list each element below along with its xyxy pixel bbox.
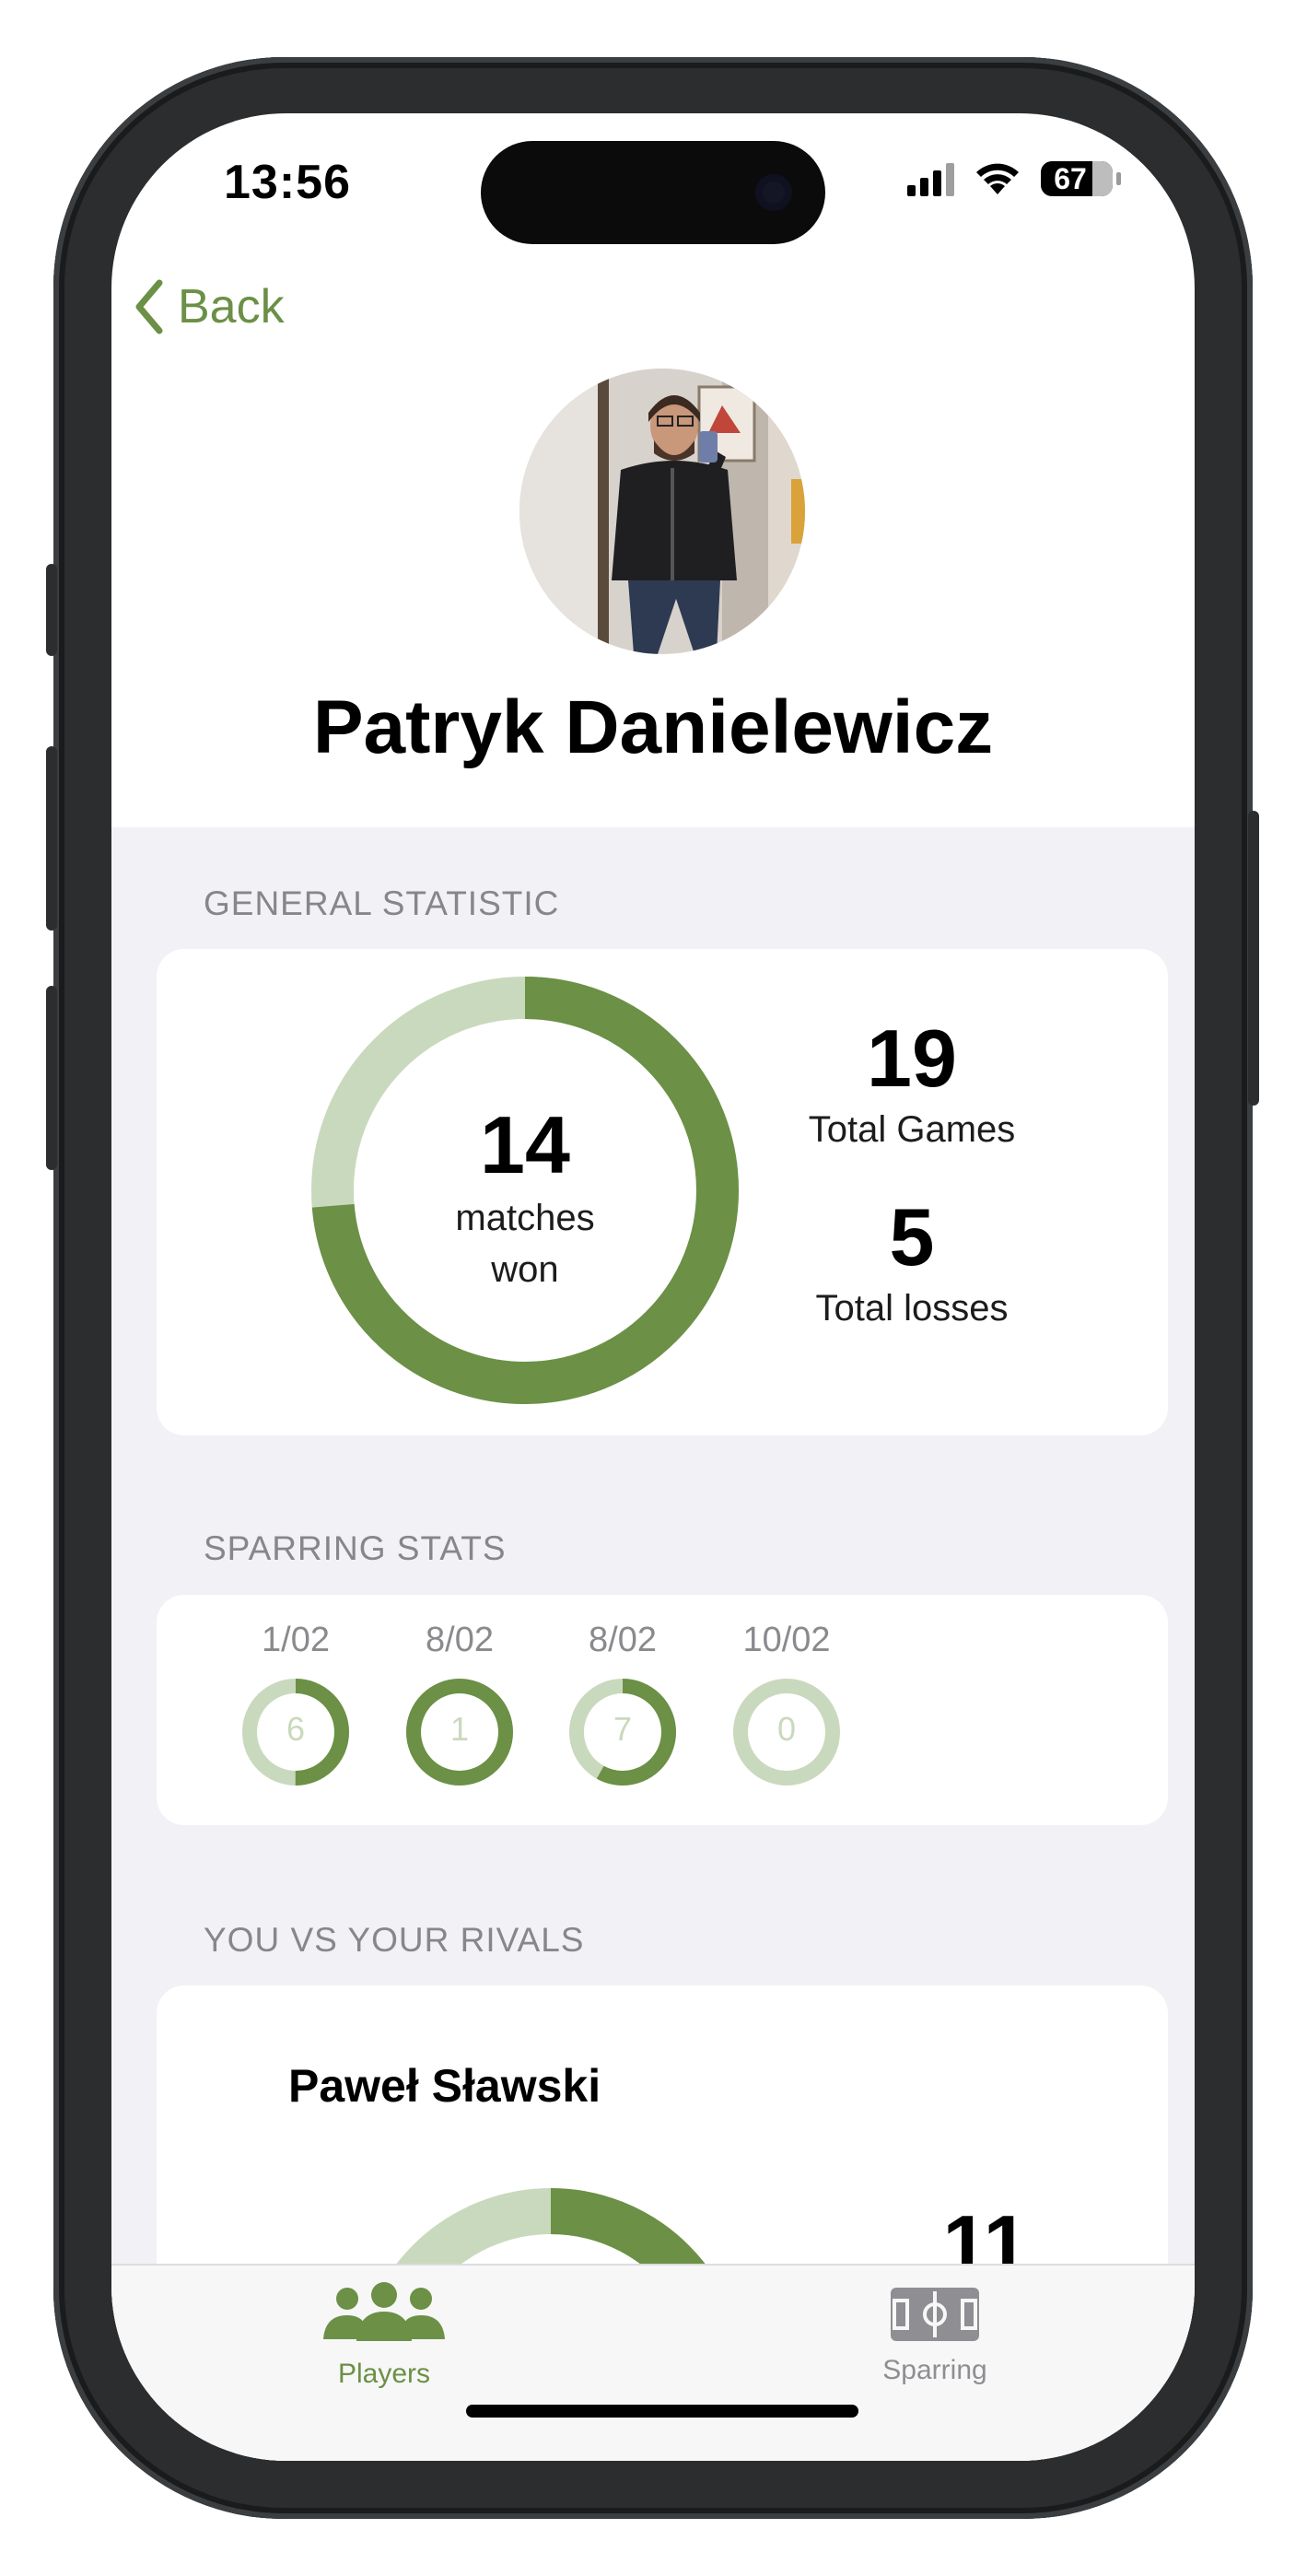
player-avatar: [519, 369, 805, 654]
home-indicator: [466, 2405, 858, 2418]
sparring-item[interactable]: 8/02 7: [549, 1621, 696, 1786]
people-icon: [323, 2282, 445, 2341]
tab-bar: Players Sparring: [111, 2264, 1195, 2461]
battery-nub: [1116, 172, 1121, 185]
back-label: Back: [178, 280, 285, 334]
sparring-stats-title: SPARRING STATS: [204, 1529, 507, 1567]
sparring-value: 6: [286, 1710, 306, 1748]
sparring-value: 1: [449, 1710, 470, 1748]
battery-icon: 67: [1041, 161, 1113, 196]
wifi-icon: [976, 163, 1019, 194]
sparring-date: 1/02: [262, 1621, 330, 1659]
general-stats-card: 14 matches won 19 Total Games 5 Total lo…: [157, 949, 1168, 1435]
sparring-item[interactable]: 8/02 1: [386, 1621, 533, 1786]
camera-icon: [755, 174, 792, 211]
matches-won-caption-2: won: [491, 1249, 559, 1290]
pitch-icon: [891, 2288, 979, 2341]
sparring-date: 8/02: [426, 1621, 494, 1659]
status-icons: 67: [907, 161, 1121, 196]
tab-players-label: Players: [337, 2359, 431, 2389]
tab-sparring-label: Sparring: [882, 2355, 987, 2385]
sparring-date: 8/02: [589, 1621, 657, 1659]
sparring-date: 10/02: [742, 1621, 831, 1659]
total-losses-value: 5: [889, 1191, 935, 1282]
player-name: Patryk Danielewicz: [312, 685, 994, 769]
side-button-power: [1248, 811, 1259, 1106]
tab-sparring[interactable]: Sparring: [815, 2282, 1055, 2386]
chevron-left-icon: [135, 279, 163, 334]
dynamic-island: [481, 141, 825, 244]
app-screen: 13:56 67 Back Patryk Danielewicz GENERAL…: [111, 113, 1195, 2461]
total-games-value: 19: [867, 1013, 957, 1104]
back-button[interactable]: Back: [134, 279, 285, 334]
total-losses-label: Total losses: [815, 1288, 1009, 1329]
rivals-title: YOU VS YOUR RIVALS: [204, 1921, 585, 1959]
battery-level: 67: [1054, 161, 1087, 195]
matches-won-value: 14: [480, 1099, 570, 1190]
cellular-signal-icon: [907, 161, 954, 196]
sparring-value: 7: [613, 1710, 633, 1748]
matches-won-caption-1: matches: [455, 1198, 595, 1238]
sparring-item[interactable]: 1/02 6: [222, 1621, 369, 1786]
general-stats-title: GENERAL STATISTIC: [204, 884, 560, 922]
sparring-item[interactable]: 10/02 0: [713, 1621, 860, 1786]
sparring-stats-card: 1/02 6 8/02 1 8/02 7 10/02 0: [157, 1595, 1168, 1825]
status-time: 13:56: [224, 156, 351, 209]
side-button-volume-down: [46, 986, 57, 1170]
tab-players[interactable]: Players: [264, 2282, 504, 2390]
side-button-action: [46, 564, 57, 656]
total-games-label: Total Games: [808, 1109, 1016, 1150]
content-area: GENERAL STATISTIC 14 matches won 19 Tota…: [111, 827, 1195, 2461]
rival-name: Paweł Sławski: [288, 2060, 601, 2112]
side-button-volume-up: [46, 746, 57, 931]
sparring-value: 0: [776, 1710, 797, 1748]
